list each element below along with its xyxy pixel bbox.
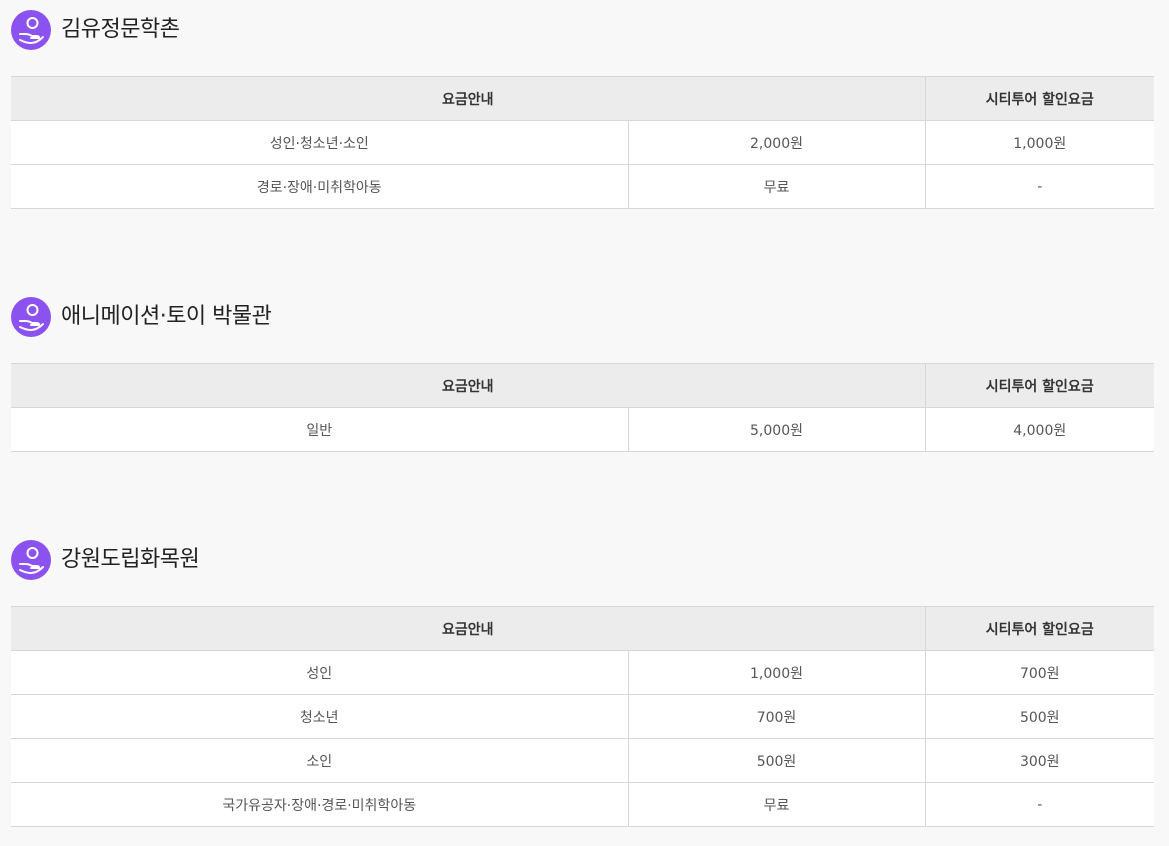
section-header: 김유정문학촌 xyxy=(11,10,1154,50)
table-row: 소인 500원 300원 xyxy=(11,738,1154,783)
fee-table: 요금안내 시티투어 할인요금 성인 1,000원 700원 청소년 700원 5… xyxy=(11,606,1154,827)
section-header: 강원도립화목원 xyxy=(11,540,1154,580)
table-row: 경로·장애·미취학아동 무료 - xyxy=(11,164,1154,209)
table-header-row: 요금안내 시티투어 할인요금 xyxy=(11,76,1154,121)
section-title: 김유정문학촌 xyxy=(61,17,180,42)
table-row: 일반 5,000원 4,000원 xyxy=(11,407,1154,452)
hand-holding-person-icon xyxy=(11,540,51,580)
hand-holding-person-icon xyxy=(11,10,51,50)
city-tour-discount-header: 시티투어 할인요금 xyxy=(925,363,1154,408)
city-tour-discount-header: 시티투어 할인요금 xyxy=(925,76,1154,121)
section-kimyujeong: 김유정문학촌 요금안내 시티투어 할인요금 성인·청소년·소인 2,000원 1… xyxy=(11,10,1154,209)
tour-price-cell: - xyxy=(925,782,1154,827)
section-animation-toy-museum: 애니메이션·토이 박물관 요금안내 시티투어 할인요금 일반 5,000원 4,… xyxy=(11,297,1154,452)
fee-guide-header: 요금안내 xyxy=(11,363,926,408)
section-title: 애니메이션·토이 박물관 xyxy=(61,304,272,329)
tour-price-cell: 300원 xyxy=(925,738,1154,783)
section-title: 강원도립화목원 xyxy=(61,547,200,572)
hand-holding-person-icon xyxy=(11,297,51,337)
fee-table: 요금안내 시티투어 할인요금 일반 5,000원 4,000원 xyxy=(11,363,1154,452)
fee-guide-page: 김유정문학촌 요금안내 시티투어 할인요금 성인·청소년·소인 2,000원 1… xyxy=(0,0,1169,846)
section-gangwon-arboretum: 강원도립화목원 요금안내 시티투어 할인요금 성인 1,000원 700원 청소… xyxy=(11,540,1154,827)
price-cell: 2,000원 xyxy=(628,120,926,165)
category-cell: 국가유공자·장애·경로·미취학아동 xyxy=(11,782,629,827)
tour-price-cell: 500원 xyxy=(925,694,1154,739)
category-cell: 경로·장애·미취학아동 xyxy=(11,164,629,209)
price-cell: 무료 xyxy=(628,164,926,209)
category-cell: 성인 xyxy=(11,650,629,695)
fee-table: 요금안내 시티투어 할인요금 성인·청소년·소인 2,000원 1,000원 경… xyxy=(11,76,1154,209)
category-cell: 일반 xyxy=(11,407,629,452)
tour-price-cell: 700원 xyxy=(925,650,1154,695)
tour-price-cell: - xyxy=(925,164,1154,209)
category-cell: 소인 xyxy=(11,738,629,783)
table-row: 성인·청소년·소인 2,000원 1,000원 xyxy=(11,120,1154,165)
tour-price-cell: 4,000원 xyxy=(925,407,1154,452)
table-row: 성인 1,000원 700원 xyxy=(11,650,1154,695)
price-cell: 무료 xyxy=(628,782,926,827)
price-cell: 700원 xyxy=(628,694,926,739)
tour-price-cell: 1,000원 xyxy=(925,120,1154,165)
table-row: 청소년 700원 500원 xyxy=(11,694,1154,739)
category-cell: 청소년 xyxy=(11,694,629,739)
price-cell: 5,000원 xyxy=(628,407,926,452)
category-cell: 성인·청소년·소인 xyxy=(11,120,629,165)
table-header-row: 요금안내 시티투어 할인요금 xyxy=(11,363,1154,408)
city-tour-discount-header: 시티투어 할인요금 xyxy=(925,606,1154,651)
fee-guide-header: 요금안내 xyxy=(11,606,926,651)
price-cell: 1,000원 xyxy=(628,650,926,695)
table-row: 국가유공자·장애·경로·미취학아동 무료 - xyxy=(11,782,1154,827)
table-header-row: 요금안내 시티투어 할인요금 xyxy=(11,606,1154,651)
fee-guide-header: 요금안내 xyxy=(11,76,926,121)
price-cell: 500원 xyxy=(628,738,926,783)
section-header: 애니메이션·토이 박물관 xyxy=(11,297,1154,337)
